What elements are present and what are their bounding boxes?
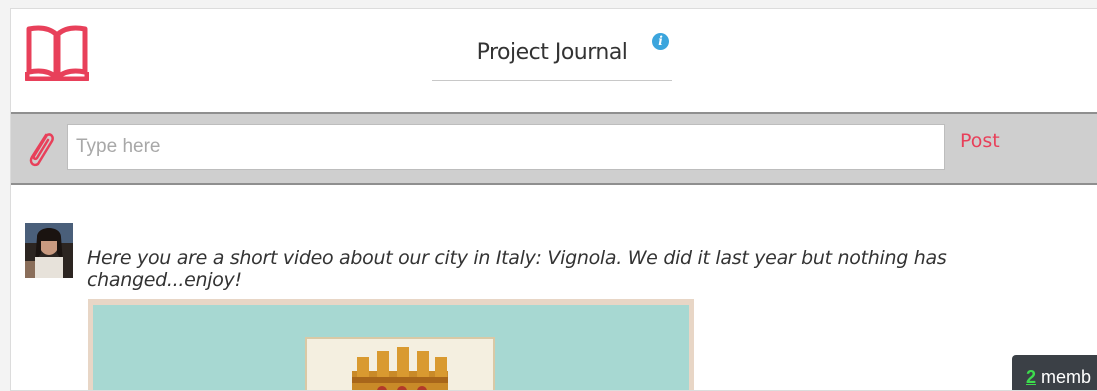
video-emblem-frame <box>305 337 495 390</box>
video-background <box>93 305 689 390</box>
avatar-image <box>25 223 73 278</box>
title-container: Project Journal <box>432 34 672 81</box>
post-text: Here you are a short video about our cit… <box>87 247 947 291</box>
members-label: memb <box>1036 367 1092 387</box>
video-thumbnail[interactable] <box>88 299 694 390</box>
user-avatar[interactable] <box>25 223 73 278</box>
info-icon[interactable]: i <box>652 33 669 50</box>
crown-icon <box>352 347 448 390</box>
page-title: Project Journal <box>476 40 628 65</box>
journal-panel: Project Journal i Post Here you are a sh… <box>10 8 1097 391</box>
post-button[interactable]: Post <box>960 130 1000 152</box>
open-book-icon <box>25 25 89 81</box>
post-input[interactable] <box>67 124 945 170</box>
paperclip-icon[interactable] <box>24 127 56 171</box>
members-badge[interactable]: 2 memb <box>1012 355 1097 390</box>
post-composer: Post <box>11 112 1097 185</box>
members-count[interactable]: 2 <box>1026 367 1036 387</box>
journal-header: Project Journal i <box>11 9 1097 112</box>
